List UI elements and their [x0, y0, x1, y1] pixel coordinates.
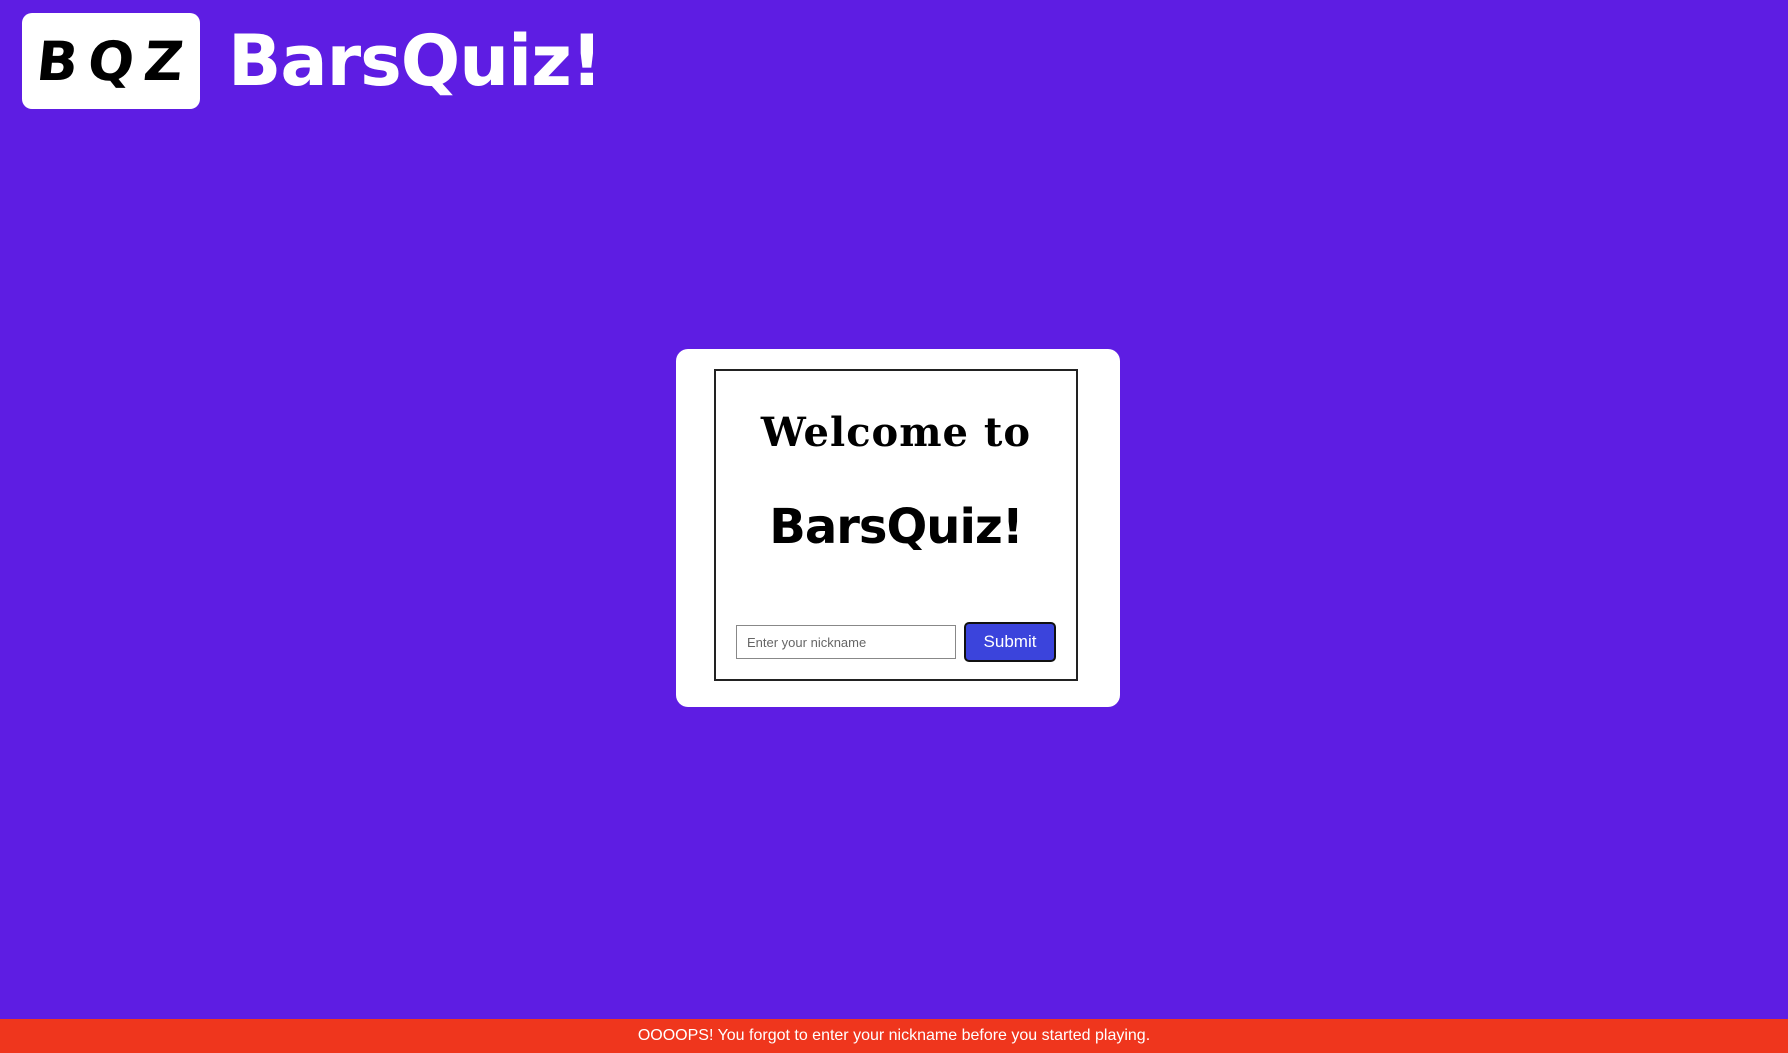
welcome-card: Welcome to BarsQuiz! Submit	[676, 349, 1120, 707]
error-banner: OOOOPS! You forgot to enter your nicknam…	[0, 1019, 1788, 1053]
logo[interactable]: BQZ	[22, 13, 200, 109]
welcome-heading: Welcome to	[760, 409, 1032, 456]
nickname-form: Submit	[736, 622, 1056, 662]
page: BQZ BarsQuiz! Welcome to BarsQuiz! Submi…	[0, 0, 1788, 1053]
error-message: OOOOPS! You forgot to enter your nicknam…	[637, 1027, 1151, 1044]
logo-text: BQZ	[33, 29, 197, 93]
nickname-input[interactable]	[736, 625, 956, 659]
submit-button[interactable]: Submit	[964, 622, 1056, 662]
card-brand-title: BarsQuiz!	[769, 499, 1023, 555]
brand-title: BarsQuiz!	[228, 20, 603, 102]
header: BQZ BarsQuiz!	[22, 13, 603, 109]
welcome-card-frame: Welcome to BarsQuiz! Submit	[714, 369, 1078, 681]
